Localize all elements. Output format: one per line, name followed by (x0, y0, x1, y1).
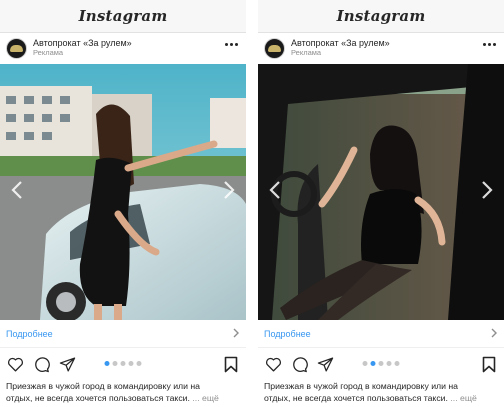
caption-more-link[interactable]: ... ещё (450, 393, 476, 403)
chevron-right-icon (232, 325, 240, 343)
carousel-dot (112, 361, 118, 366)
post-right: Instagram Автопрокат «За рулем» Реклама (258, 0, 504, 407)
carousel-dot (386, 361, 392, 366)
learn-more-label[interactable]: Подробнее (6, 329, 53, 339)
chevron-left-icon[interactable] (10, 180, 24, 200)
caption-line: отдых, не всегда хочется пользоваться та… (6, 393, 190, 403)
sponsored-label: Реклама (291, 48, 322, 58)
comment-icon[interactable] (290, 355, 308, 373)
carousel-dot (378, 361, 384, 366)
post-photo[interactable] (0, 64, 246, 320)
avatar[interactable] (6, 38, 27, 59)
carousel-dot (394, 361, 400, 366)
more-options-icon[interactable] (483, 43, 496, 46)
carousel-dot (120, 361, 126, 366)
caption-line: Приезжая в чужой город в командировку ил… (264, 381, 459, 391)
photo-woman-in-black-car (258, 64, 504, 320)
app-topbar: Instagram (258, 0, 504, 33)
panel-separator (246, 0, 258, 407)
carousel-indicator (104, 361, 142, 366)
post-header: Автопрокат «За рулем» Реклама (258, 33, 504, 64)
heart-icon[interactable] (264, 355, 282, 373)
chevron-right-icon (490, 325, 498, 343)
carousel-indicator (362, 361, 400, 366)
carousel-dot (370, 361, 376, 366)
bookmark-icon[interactable] (482, 356, 496, 378)
post-actions (258, 348, 504, 380)
post-header: Автопрокат «За рулем» Реклама (0, 33, 246, 64)
chevron-right-icon[interactable] (480, 180, 494, 200)
caption-line: отдых, не всегда хочется пользоваться та… (264, 393, 448, 403)
learn-more-label[interactable]: Подробнее (264, 329, 311, 339)
photo-woman-by-white-car (0, 64, 246, 320)
learn-more-link[interactable]: Подробнее (258, 320, 504, 348)
share-icon[interactable] (316, 355, 334, 373)
post-left: Instagram Автопрокат «За рулем» Реклама (0, 0, 246, 407)
more-options-icon[interactable] (225, 43, 238, 46)
carousel-dot (128, 361, 134, 366)
app-topbar: Instagram (0, 0, 246, 33)
instagram-logo: Instagram (336, 7, 426, 25)
post-caption: Приезжая в чужой город в командировку ил… (0, 380, 246, 404)
post-caption: Приезжая в чужой город в командировку ил… (258, 380, 504, 404)
heart-icon[interactable] (6, 355, 24, 373)
post-actions (0, 348, 246, 380)
instagram-logo: Instagram (78, 7, 168, 25)
sponsored-label: Реклама (33, 48, 64, 58)
carousel-dot (362, 361, 368, 366)
caption-line: Приезжая в чужой город в командировку ил… (6, 381, 201, 391)
chevron-left-icon[interactable] (268, 180, 282, 200)
carousel-dot (136, 361, 142, 366)
carousel-dot (104, 361, 110, 366)
avatar[interactable] (264, 38, 285, 59)
bookmark-icon[interactable] (224, 356, 238, 378)
share-icon[interactable] (58, 355, 76, 373)
comment-icon[interactable] (32, 355, 50, 373)
learn-more-link[interactable]: Подробнее (0, 320, 246, 348)
post-photo[interactable] (258, 64, 504, 320)
chevron-right-icon[interactable] (222, 180, 236, 200)
caption-more-link[interactable]: ... ещё (192, 393, 218, 403)
